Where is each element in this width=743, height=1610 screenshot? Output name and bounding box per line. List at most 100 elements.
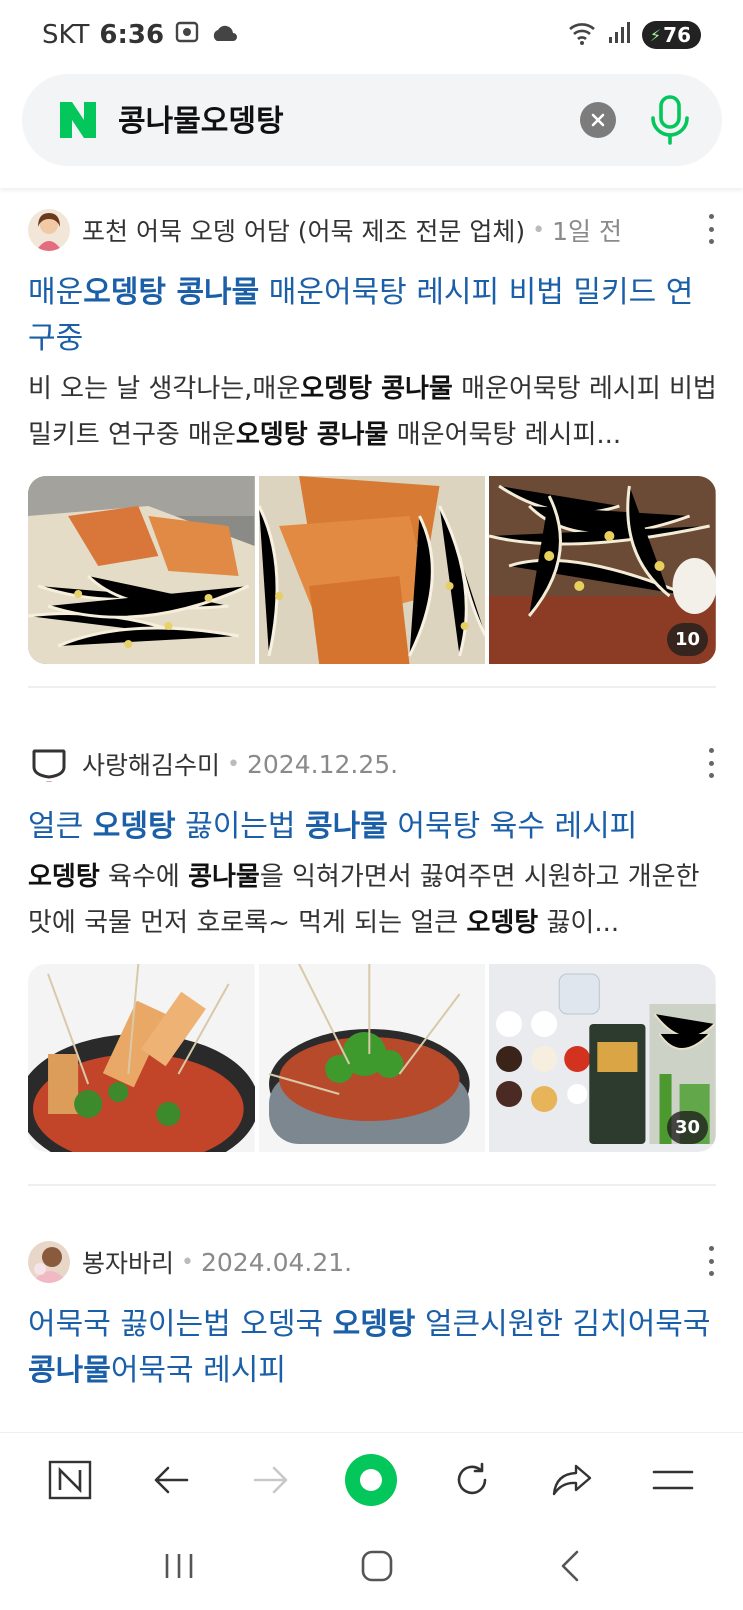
refresh-icon — [457, 1462, 487, 1494]
search-box[interactable]: 콩나물오뎅탕 — [22, 74, 722, 166]
arrow-right-icon — [253, 1466, 288, 1493]
result-date: 1일 전 — [552, 217, 622, 246]
title-text: 끓이는법 — [175, 809, 306, 844]
result-snippet[interactable]: 비 오는 날 생각나는,매운오뎅탕 콩나물 매운어묵탕 레시피 비법 밀키트 연… — [28, 366, 718, 458]
title-text: 어묵국 레시피 — [110, 1353, 286, 1388]
separator-dot: • — [532, 217, 546, 243]
result-item: 봉자바리 • 2024.04.21. 어묵국 끓이는법 오뎅국 오뎅탕 얼큰시원… — [0, 1240, 743, 1432]
chevron-left-icon — [561, 1550, 578, 1582]
clear-search-button[interactable] — [580, 102, 616, 138]
title-text: 어묵탕 육수 레시피 — [387, 809, 638, 844]
status-right: ⚡ 76 — [568, 21, 701, 49]
snippet-highlight: 콩나물 — [188, 862, 260, 892]
result-snippet[interactable]: 오뎅탕 육수에 콩나물을 익혀가면서 끓여주면 시원하고 개운한 맛에 국물 먼… — [28, 854, 718, 946]
clock: 6:36 — [99, 20, 165, 50]
search-header: 콩나물오뎅탕 — [0, 70, 743, 188]
battery-indicator: ⚡ 76 — [641, 21, 701, 49]
result-image-strip[interactable]: 10 — [28, 476, 716, 664]
avatar — [28, 1241, 70, 1283]
title-highlight: 오뎅탕 — [92, 809, 176, 844]
result-thumbnail[interactable]: 10 — [489, 476, 716, 664]
share-button[interactable] — [542, 1450, 602, 1510]
recent-apps-icon — [165, 1554, 192, 1578]
browser-toolbar — [0, 1432, 743, 1526]
result-item: 포천 어묵 오뎅 어담 (어묵 제조 전문 업체) • 1일 전 매운오뎅탕 콩… — [0, 208, 743, 716]
home-button[interactable] — [360, 1549, 394, 1587]
menu-button[interactable] — [643, 1450, 703, 1510]
snippet-text: 매운어묵탕 레시피... — [388, 420, 622, 450]
search-results: 포천 어묵 오뎅 어담 (어묵 제조 전문 업체) • 1일 전 매운오뎅탕 콩… — [0, 190, 743, 1432]
screenshot-icon — [174, 20, 200, 51]
title-text: 어묵국 끓이는법 오뎅국 — [28, 1307, 333, 1342]
snippet-text: 끓이... — [538, 908, 620, 938]
result-thumbnail[interactable]: 30 — [489, 964, 716, 1152]
image-count-badge: 10 — [666, 623, 709, 656]
image-count-badge: 30 — [666, 1111, 709, 1144]
avatar: — — [28, 743, 70, 785]
result-source: 사랑해김수미 — [82, 751, 221, 780]
result-thumbnail[interactable] — [28, 476, 255, 664]
title-highlight: 콩나물 — [28, 1353, 111, 1388]
naver-n-icon — [49, 1460, 92, 1499]
result-source-row[interactable]: 봉자바리 • 2024.04.21. — [28, 1240, 352, 1284]
separator-dot: • — [227, 751, 240, 777]
result-divider — [28, 1184, 716, 1186]
title-text: 얼큰시원한 김치어묵국 — [415, 1307, 711, 1342]
avatar — [28, 209, 70, 251]
forward-button[interactable] — [241, 1450, 301, 1510]
title-highlight: 콩나물 — [305, 809, 388, 844]
result-thumbnail[interactable] — [258, 476, 486, 664]
result-source-row[interactable]: — 사랑해김수미 • 2024.12.25. — [28, 742, 398, 786]
green-dot-button[interactable] — [341, 1450, 401, 1510]
snippet-highlight: 오뎅탕 콩나물 — [235, 420, 389, 450]
battery-level: 76 — [663, 23, 691, 47]
system-back-button[interactable] — [559, 1549, 581, 1587]
snippet-highlight: 오뎅탕 — [466, 908, 539, 938]
system-navigation-bar — [0, 1526, 743, 1610]
result-source-row[interactable]: 포천 어묵 오뎅 어담 (어묵 제조 전문 업체) • 1일 전 — [28, 208, 622, 252]
home-icon — [361, 1550, 392, 1582]
carrier-label: SKT — [42, 20, 90, 50]
charging-icon: ⚡ — [649, 25, 662, 45]
snippet-highlight: 오뎅탕 — [28, 862, 100, 892]
result-title-link[interactable]: 얼큰 오뎅탕 끓이는법 콩나물 어묵탕 육수 레시피 — [28, 804, 718, 850]
result-source: 봉자바리 — [82, 1249, 175, 1278]
result-date: 2024.04.21. — [201, 1247, 353, 1277]
result-divider — [28, 686, 716, 688]
green-dot-icon — [345, 1453, 398, 1506]
title-highlight: 오뎅탕 콩나물 — [83, 275, 260, 310]
signal-icon — [608, 21, 632, 49]
back-button[interactable] — [141, 1450, 201, 1510]
arrow-left-icon — [154, 1466, 188, 1493]
cloud-icon — [210, 20, 238, 50]
more-options-icon[interactable] — [707, 214, 715, 244]
wifi-icon — [568, 21, 598, 49]
hamburger-menu-icon — [652, 1470, 694, 1489]
more-options-icon[interactable] — [707, 748, 715, 778]
share-icon — [553, 1464, 592, 1495]
search-input[interactable]: 콩나물오뎅탕 — [118, 96, 284, 140]
title-text: 매운 — [28, 275, 84, 310]
result-image-strip[interactable]: 30 — [28, 964, 716, 1152]
status-bar: SKT 6:36 ⚡ 76 — [0, 0, 743, 70]
status-left: SKT 6:36 — [42, 20, 238, 51]
voice-search-mic-icon[interactable] — [648, 94, 692, 146]
refresh-button[interactable] — [442, 1450, 502, 1510]
snippet-text: 비 오는 날 생각나는,매운 — [28, 374, 301, 404]
result-title-link[interactable]: 어묵국 끓이는법 오뎅국 오뎅탕 얼큰시원한 김치어묵국 콩나물어묵국 레시피 — [28, 1302, 718, 1394]
result-source: 포천 어묵 오뎅 어담 (어묵 제조 전문 업체) — [82, 217, 526, 246]
result-thumbnail[interactable] — [28, 964, 255, 1152]
title-text: 얼큰 — [28, 809, 93, 844]
result-thumbnail[interactable] — [258, 964, 486, 1152]
naver-home-button[interactable] — [40, 1450, 100, 1510]
result-title-link[interactable]: 매운오뎅탕 콩나물 매운어묵탕 레시피 비법 밀키드 연구중 — [28, 270, 718, 362]
recent-apps-button[interactable] — [163, 1551, 195, 1585]
result-date: 2024.12.25. — [247, 749, 399, 779]
separator-dot: • — [181, 1249, 194, 1275]
close-icon — [591, 113, 605, 127]
more-options-icon[interactable] — [707, 1246, 715, 1276]
result-item: — 사랑해김수미 • 2024.12.25. 얼큰 오뎅탕 끓이는법 콩나물 어… — [0, 742, 743, 1212]
snippet-text: 육수에 — [99, 862, 189, 892]
svg-text:—: — — [46, 778, 52, 785]
naver-logo-icon[interactable] — [58, 100, 98, 140]
